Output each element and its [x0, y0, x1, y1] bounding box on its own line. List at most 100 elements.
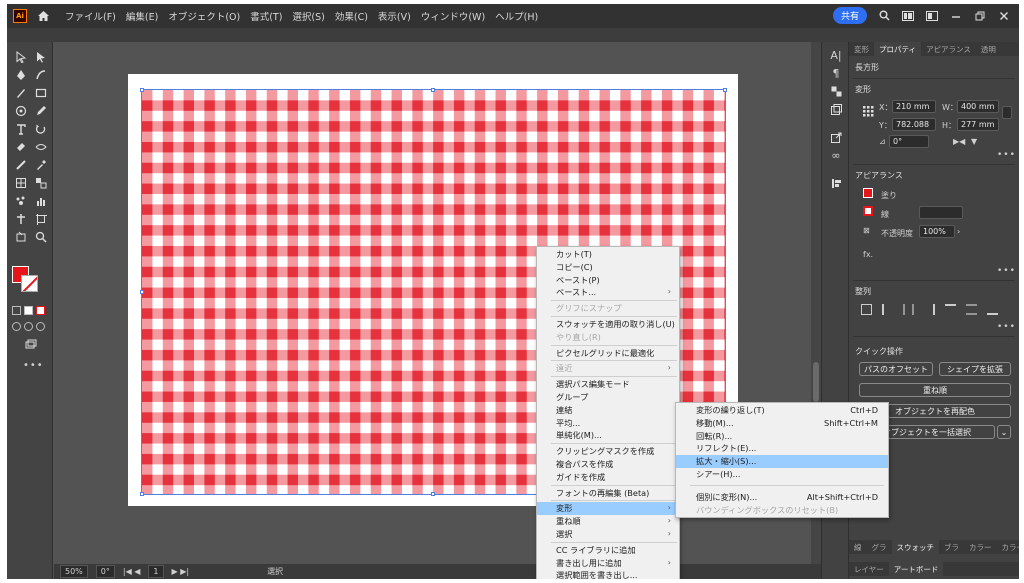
export-icon[interactable] [829, 130, 843, 144]
scrollbar-thumb[interactable] [813, 362, 819, 402]
glyphs-panel-icon[interactable] [829, 84, 843, 98]
menu-item[interactable]: ウィンドウ(W) [421, 9, 485, 23]
menu-item[interactable]: オブジェクト(O) [168, 9, 240, 23]
menu-item[interactable]: ファイル(F) [65, 9, 116, 23]
select-same-dropdown[interactable]: ⌄ [997, 425, 1011, 439]
align-top-icon[interactable] [945, 304, 956, 315]
panel-tab[interactable]: 変形 [849, 42, 874, 56]
context-menu-item[interactable]: 単純化(M)... [537, 429, 679, 442]
panel-tab[interactable]: カラー [964, 540, 997, 554]
context-menu-item[interactable]: グリフにスナップ [537, 302, 679, 315]
context-menu-item[interactable]: ペースト... › [537, 286, 679, 299]
panel-tab[interactable]: アートボード [888, 562, 944, 576]
symbol-sprayer-tool-icon[interactable] [12, 194, 29, 208]
context-menu-item[interactable]: グループ [537, 391, 679, 404]
first-artboard-icon[interactable]: |◀ ◀ [123, 567, 141, 576]
context-menu-item[interactable]: 書き出し用に追加 › [537, 557, 679, 570]
context-menu-item[interactable]: 選択 › [537, 528, 679, 541]
context-menu-item[interactable]: 連結 [537, 404, 679, 417]
fill-color-swatch[interactable] [863, 188, 873, 198]
selection-handle[interactable] [431, 88, 435, 92]
more-options-icon[interactable]: ••• [997, 150, 1016, 160]
rotation-field[interactable]: 0° [95, 565, 115, 578]
rotate-tool-icon[interactable] [32, 122, 49, 136]
graph-tool-icon[interactable] [32, 194, 49, 208]
curvature-tool-icon[interactable] [32, 68, 49, 82]
context-menu-item[interactable]: 選択範囲を書き出し... [537, 569, 679, 579]
eyedropper-tool-icon[interactable] [32, 158, 49, 172]
draw-inside-icon[interactable] [36, 322, 45, 331]
submenu-item[interactable]: バウンディングボックスのリセット(B) [676, 504, 888, 517]
flip-vertical-icon[interactable]: ▼ [971, 137, 977, 146]
panel-tab[interactable]: カラー [997, 540, 1020, 554]
gradient-tool-icon[interactable] [12, 158, 29, 172]
menu-item[interactable]: 書式(T) [250, 9, 282, 23]
align-panel-icon[interactable] [829, 176, 843, 190]
context-menu-item[interactable]: 変形 › [537, 502, 679, 516]
draw-behind-icon[interactable] [24, 322, 33, 331]
blend-tool-icon[interactable] [32, 176, 49, 190]
draw-normal-icon[interactable] [12, 322, 21, 331]
arrange-button[interactable]: 重ね順 [859, 383, 1011, 397]
selection-handle[interactable] [140, 88, 144, 92]
context-menu-item[interactable]: 遠近 › [537, 362, 679, 375]
rectangle-tool-icon[interactable] [32, 86, 49, 100]
artboard-tool-icon[interactable] [32, 212, 49, 226]
align-center-icon[interactable] [903, 304, 914, 315]
panel-tab[interactable]: プロパティ [874, 42, 922, 56]
selection-tool-icon[interactable] [12, 50, 29, 64]
panel-tab[interactable]: 線 [849, 540, 867, 554]
fx-button[interactable]: fx. [863, 250, 873, 259]
submenu-item[interactable]: 個別に変形(N)... Alt+Shift+Ctrl+D [676, 491, 888, 504]
opacity-field[interactable]: 100% [919, 225, 955, 238]
expand-shape-button[interactable]: シェイプを拡張 [939, 362, 1011, 376]
align-middle-icon[interactable] [966, 304, 977, 315]
context-menu-item[interactable]: 選択パス編集モード [537, 378, 679, 391]
brush-tool-icon[interactable] [12, 86, 29, 100]
character-panel-icon[interactable]: A| [829, 48, 843, 62]
constrain-proportions-icon[interactable] [1002, 106, 1012, 119]
gradient-mode-icon[interactable] [24, 306, 33, 315]
eraser-tool-icon[interactable] [12, 140, 29, 154]
share-button[interactable]: 共有 [832, 7, 867, 24]
submenu-item[interactable]: 拡大・縮小(S)... [676, 455, 888, 468]
last-artboard-icon[interactable]: ▶ ▶| [172, 567, 190, 576]
menu-item[interactable]: 選択(S) [292, 9, 324, 23]
align-left-icon[interactable] [882, 304, 893, 315]
context-menu-item[interactable]: スウォッチを適用の取り消し(U) [537, 318, 679, 331]
y-field[interactable]: 782.088 [892, 118, 936, 131]
direct-selection-tool-icon[interactable] [32, 50, 49, 64]
align-to-icon[interactable] [861, 304, 872, 315]
align-right-icon[interactable] [924, 304, 935, 315]
menu-item[interactable]: ヘルプ(H) [495, 9, 538, 23]
arrange-icon[interactable] [925, 9, 939, 23]
context-menu-item[interactable]: CC ライブラリに追加 [537, 544, 679, 557]
context-menu-item[interactable]: 平均... [537, 417, 679, 430]
context-menu-item[interactable]: コピー(C) [537, 261, 679, 274]
restore-icon[interactable] [973, 9, 987, 23]
opacity-arrow-icon[interactable]: › [957, 227, 960, 236]
width-tool-icon[interactable] [32, 140, 49, 154]
mesh-tool-icon[interactable] [12, 176, 29, 190]
screen-mode-icon[interactable] [22, 338, 39, 352]
home-icon[interactable] [35, 8, 51, 24]
submenu-item[interactable]: シアー(H)... [676, 468, 888, 481]
stroke-weight-field[interactable] [919, 206, 963, 219]
pen-tool-icon[interactable] [12, 68, 29, 82]
shape-builder-tool-icon[interactable] [12, 104, 29, 118]
paragraph-panel-icon[interactable]: ¶ [829, 66, 843, 80]
submenu-item[interactable]: 移動(M)... Shift+Ctrl+M [676, 417, 888, 430]
artboard-number-field[interactable]: 1 [148, 565, 164, 578]
search-icon[interactable] [877, 9, 891, 23]
path-offset-button[interactable]: パスのオフセット [859, 362, 933, 376]
angle-field[interactable]: 0° [889, 135, 929, 148]
panel-tab[interactable]: 透明 [976, 42, 1001, 56]
selection-handle[interactable] [140, 492, 144, 496]
selection-handle[interactable] [723, 88, 727, 92]
context-menu-item[interactable]: 複合パスを作成 [537, 458, 679, 471]
panel-tab[interactable]: スウォッチ [891, 540, 939, 554]
w-field[interactable]: 400 mm [957, 100, 999, 113]
context-menu-item[interactable]: ペースト(P) [537, 274, 679, 287]
image-trace-icon[interactable] [829, 102, 843, 116]
more-tools-icon[interactable]: ••• [23, 360, 44, 371]
